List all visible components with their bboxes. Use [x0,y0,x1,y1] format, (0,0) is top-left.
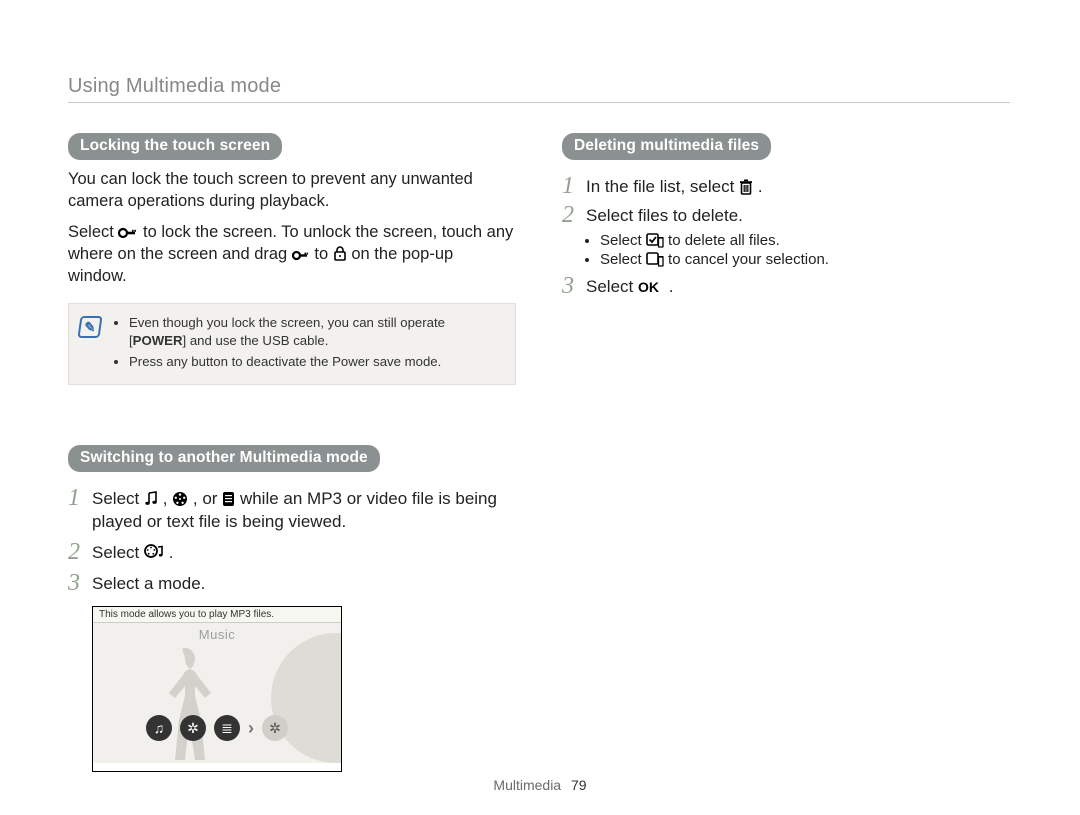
running-head: Using Multimedia mode [68,75,1010,98]
delete-step-3: 3 Select OK . [562,274,1010,299]
note-item-2: Press any button to deactivate the Power… [129,353,501,371]
content-columns: Locking the touch screen You can lock th… [68,133,1010,772]
delete-sublist: Select to delete all files. Select to ca… [562,232,1010,268]
note-box: ✎ Even though you lock the screen, you c… [68,303,516,384]
head-rule [68,102,1010,103]
note-item-1: Even though you lock the screen, you can… [129,314,501,350]
page-footer: Multimedia 79 [0,777,1080,793]
padlock-icon [333,246,347,262]
switch-step-1: 1 Select , , or while an MP3 or video fi… [68,486,516,534]
switch-step-2: 2 Select . [68,540,516,565]
select-all-delete-icon [646,233,664,248]
footer-section: Multimedia [493,777,561,793]
screenshot-decor-circle [271,633,342,763]
step-number: 3 [562,274,586,299]
step-number: 2 [68,540,92,565]
heading-switching: Switching to another Multimedia mode [68,445,380,472]
step-number: 3 [68,571,92,596]
multimedia-mode-icon [144,543,164,561]
step-number: 2 [562,203,586,228]
screenshot-label: Music [93,623,341,642]
chevron-right-icon: › [248,718,254,739]
heading-deleting: Deleting multimedia files [562,133,771,160]
switch-step-3: 3 Select a mode. [68,571,516,596]
video-mode-icon: ✲ [180,715,206,741]
svg-text:OK: OK [638,280,659,295]
silhouette-icon [155,648,217,763]
key-lock-icon [118,226,138,240]
locking-body: You can lock the touch screen to prevent… [68,168,516,287]
note-icon: ✎ [77,316,102,338]
locking-para-1: You can lock the touch screen to prevent… [68,168,516,213]
ok-icon: OK [638,280,664,295]
delete-step-1: 1 In the file list, select . [562,174,1010,199]
trash-icon [739,179,753,195]
deselect-icon [646,252,664,267]
manual-page: Using Multimedia mode Locking the touch … [0,0,1080,815]
delete-step-2: 2 Select files to delete. [562,203,1010,228]
footer-page: 79 [571,777,587,793]
delete-sub-1: Select to delete all files. [600,232,1010,249]
left-column: Locking the touch screen You can lock th… [68,133,516,772]
step-number: 1 [562,174,586,199]
mode-screenshot: This mode allows you to play MP3 files. … [92,606,342,772]
screenshot-body: Music ♫ ✲ ≣ › ✲ [93,623,341,763]
music-note-icon [144,491,158,507]
music-mode-icon: ♫ [146,715,172,741]
heading-locking: Locking the touch screen [68,133,282,160]
delete-sub-2: Select to cancel your selection. [600,251,1010,268]
right-column: Deleting multimedia files 1 In the file … [562,133,1010,772]
text-file-icon [222,491,235,507]
screenshot-icon-row: ♫ ✲ ≣ › ✲ [93,715,341,741]
key-icon [292,249,310,262]
locking-para-2: Select to lock the screen. To unlock the… [68,221,516,288]
screenshot-tip: This mode allows you to play MP3 files. [93,607,341,623]
step-number: 1 [68,486,92,511]
selected-mode-icon: ✲ [262,715,288,741]
film-reel-icon [172,491,188,507]
text-mode-icon: ≣ [214,715,240,741]
note-list: Even though you lock the screen, you can… [113,314,501,373]
